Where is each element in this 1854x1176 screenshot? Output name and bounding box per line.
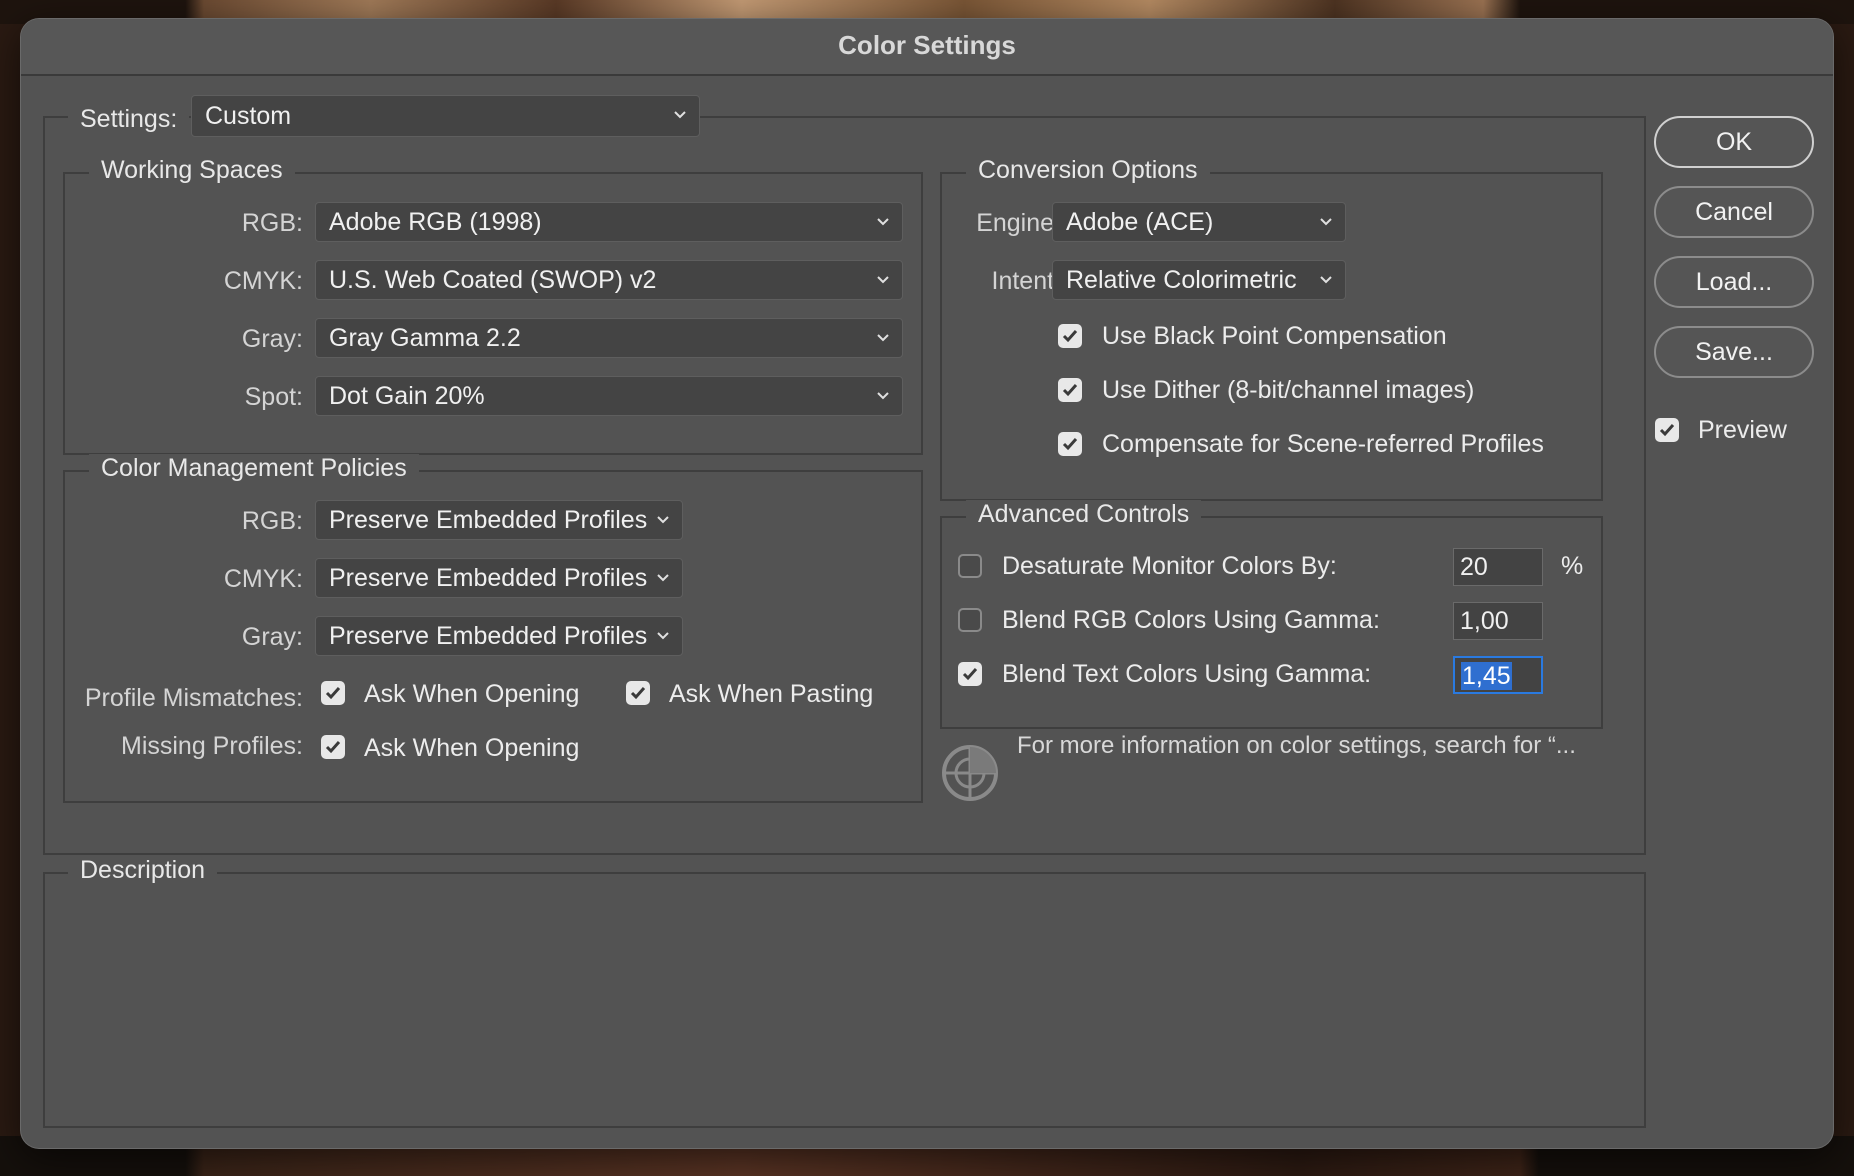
chevron-down-icon: [656, 617, 672, 655]
save-button[interactable]: Save...: [1654, 326, 1814, 378]
desaturate-checkbox[interactable]: [958, 554, 982, 578]
black-point-compensation-checkbox[interactable]: [1058, 324, 1082, 348]
checkmark-icon: [630, 687, 646, 700]
checkmark-icon: [1062, 384, 1078, 397]
desaturate-input[interactable]: 20: [1453, 548, 1543, 586]
engine-value: Adobe (ACE): [1066, 208, 1214, 236]
blend-text-input-value: 1,45: [1461, 662, 1512, 690]
ok-button[interactable]: OK: [1654, 116, 1814, 168]
intent-label: Intent:: [991, 267, 1062, 295]
ask-when-pasting-checkbox[interactable]: [626, 681, 650, 705]
ask-when-pasting-label: Ask When Pasting: [669, 680, 874, 708]
checkmark-icon: [1659, 424, 1675, 437]
black-point-compensation-label: Use Black Point Compensation: [1102, 322, 1447, 350]
ws-cmyk-dropdown[interactable]: U.S. Web Coated (SWOP) v2: [315, 260, 903, 300]
working-spaces-legend: Working Spaces: [89, 156, 295, 185]
ws-gray-value: Gray Gamma 2.2: [329, 324, 521, 352]
ws-cmyk-value: U.S. Web Coated (SWOP) v2: [329, 266, 657, 294]
chevron-down-icon: [656, 559, 672, 597]
missing-profiles-label: Missing Profiles:: [121, 732, 303, 760]
desaturate-label: Desaturate Monitor Colors By:: [1002, 552, 1337, 580]
chevron-down-icon: [876, 319, 892, 357]
policy-rgb-label: RGB:: [241, 507, 303, 535]
use-dither-checkbox[interactable]: [1058, 378, 1082, 402]
chevron-down-icon: [876, 261, 892, 299]
title-bar[interactable]: Color Settings: [21, 19, 1833, 76]
chevron-down-icon: [1319, 203, 1335, 241]
description-legend: Description: [68, 856, 218, 885]
color-settings-info-icon: [940, 743, 1000, 803]
desaturate-unit: %: [1561, 552, 1584, 580]
blend-text-input[interactable]: 1,45: [1453, 656, 1543, 694]
cancel-button[interactable]: Cancel: [1654, 186, 1814, 238]
ask-when-opening-mismatch-label: Ask When Opening: [364, 680, 580, 708]
chevron-down-icon: [876, 377, 892, 415]
policy-cmyk-label: CMYK:: [223, 565, 303, 593]
scene-referred-label: Compensate for Scene-referred Profiles: [1102, 430, 1544, 458]
policy-gray-dropdown[interactable]: Preserve Embedded Profiles: [315, 616, 683, 656]
blend-rgb-input[interactable]: 1,00: [1453, 602, 1543, 640]
policies-legend: Color Management Policies: [89, 454, 419, 483]
ws-spot-label: Spot:: [244, 383, 303, 411]
chevron-down-icon: [673, 96, 689, 134]
load-button[interactable]: Load...: [1654, 256, 1814, 308]
ws-spot-dropdown[interactable]: Dot Gain 20%: [315, 376, 903, 416]
settings-dropdown-value: Custom: [205, 102, 292, 130]
ask-when-opening-mismatch-checkbox[interactable]: [321, 681, 345, 705]
preview-checkbox[interactable]: [1655, 418, 1679, 442]
ws-gray-dropdown[interactable]: Gray Gamma 2.2: [315, 318, 903, 358]
chevron-down-icon: [876, 203, 892, 241]
profile-mismatches-label: Profile Mismatches:: [84, 684, 303, 712]
checkmark-icon: [962, 668, 978, 681]
window-title: Color Settings: [838, 30, 1016, 60]
info-text: For more information on color settings, …: [1017, 732, 1576, 759]
scene-referred-checkbox[interactable]: [1058, 432, 1082, 456]
advanced-legend: Advanced Controls: [966, 500, 1202, 529]
ws-rgb-dropdown[interactable]: Adobe RGB (1998): [315, 202, 903, 242]
blend-text-label: Blend Text Colors Using Gamma:: [1002, 660, 1372, 688]
policy-gray-label: Gray:: [241, 623, 303, 651]
ws-cmyk-label: CMYK:: [223, 267, 303, 295]
use-dither-label: Use Dither (8-bit/channel images): [1102, 376, 1475, 404]
policy-gray-value: Preserve Embedded Profiles: [329, 622, 648, 650]
intent-dropdown[interactable]: Relative Colorimetric: [1052, 260, 1346, 300]
checkmark-icon: [325, 687, 341, 700]
color-settings-dialog: Color Settings Settings: Custom Working …: [21, 19, 1833, 1148]
ws-rgb-value: Adobe RGB (1998): [329, 208, 542, 236]
policy-rgb-dropdown[interactable]: Preserve Embedded Profiles: [315, 500, 683, 540]
checkmark-icon: [1062, 330, 1078, 343]
ws-rgb-label: RGB:: [241, 209, 303, 237]
checkmark-icon: [1062, 438, 1078, 451]
ws-gray-label: Gray:: [241, 325, 303, 353]
description-group: [43, 872, 1646, 1128]
policy-cmyk-dropdown[interactable]: Preserve Embedded Profiles: [315, 558, 683, 598]
conversion-legend: Conversion Options: [966, 156, 1210, 185]
checkmark-icon: [325, 741, 341, 754]
preview-label: Preview: [1698, 416, 1787, 444]
settings-label-wrap: Settings:: [68, 98, 190, 142]
blend-text-checkbox[interactable]: [958, 662, 982, 686]
settings-dropdown[interactable]: Custom: [191, 95, 700, 137]
policy-rgb-value: Preserve Embedded Profiles: [329, 506, 648, 534]
intent-value: Relative Colorimetric: [1066, 266, 1297, 294]
blend-rgb-checkbox[interactable]: [958, 608, 982, 632]
engine-dropdown[interactable]: Adobe (ACE): [1052, 202, 1346, 242]
policy-cmyk-value: Preserve Embedded Profiles: [329, 564, 648, 592]
engine-label: Engine:: [976, 209, 1061, 237]
ask-when-opening-missing-checkbox[interactable]: [321, 735, 345, 759]
chevron-down-icon: [656, 501, 672, 539]
blend-rgb-label: Blend RGB Colors Using Gamma:: [1002, 606, 1380, 634]
ask-when-opening-missing-label: Ask When Opening: [364, 734, 580, 762]
settings-label: Settings:: [80, 105, 178, 133]
chevron-down-icon: [1319, 261, 1335, 299]
ws-spot-value: Dot Gain 20%: [329, 382, 485, 410]
